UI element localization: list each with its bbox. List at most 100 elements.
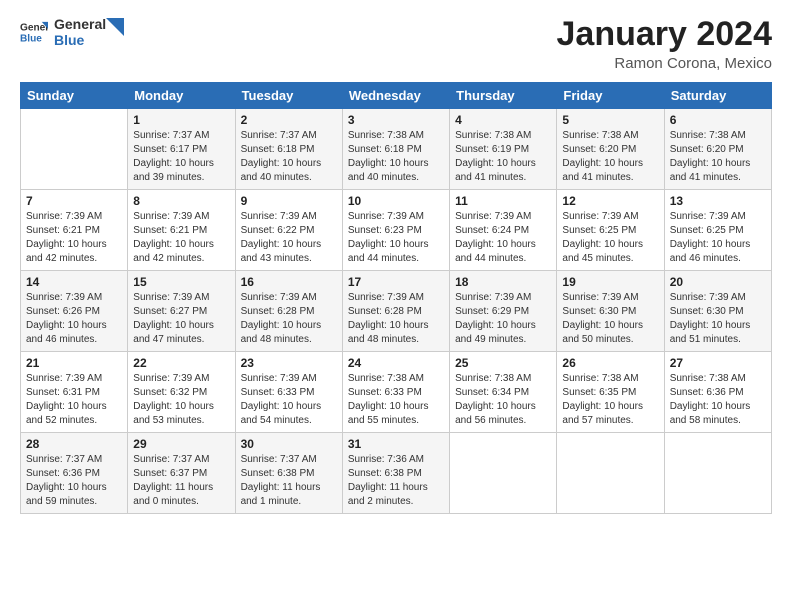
calendar-cell (664, 433, 771, 514)
day-number: 1 (133, 113, 229, 127)
sunset-text: Sunset: 6:30 PM (670, 305, 766, 319)
sunset-text: Sunset: 6:20 PM (562, 143, 658, 157)
day-number: 7 (26, 194, 122, 208)
sunset-text: Sunset: 6:23 PM (348, 224, 444, 238)
day-info: Sunrise: 7:39 AMSunset: 6:23 PMDaylight:… (348, 210, 444, 266)
day-info: Sunrise: 7:38 AMSunset: 6:34 PMDaylight:… (455, 372, 551, 428)
calendar-cell: 5 Sunrise: 7:38 AMSunset: 6:20 PMDaylight… (557, 109, 664, 190)
calendar-cell (21, 109, 128, 190)
sunrise-text: Sunrise: 7:38 AM (670, 129, 766, 143)
sunrise-text: Sunrise: 7:37 AM (26, 453, 122, 467)
sunset-text: Sunset: 6:33 PM (241, 386, 337, 400)
day-number: 5 (562, 113, 658, 127)
daylight-text: Daylight: 10 hours and 40 minutes. (348, 157, 444, 185)
calendar-cell (450, 433, 557, 514)
day-number: 14 (26, 275, 122, 289)
day-info: Sunrise: 7:39 AMSunset: 6:21 PMDaylight:… (26, 210, 122, 266)
day-number: 10 (348, 194, 444, 208)
sunset-text: Sunset: 6:28 PM (348, 305, 444, 319)
calendar-cell: 8Sunrise: 7:39 AMSunset: 6:21 PMDaylight… (128, 190, 235, 271)
sunset-text: Sunset: 6:21 PM (133, 224, 229, 238)
svg-text:Blue: Blue (20, 33, 42, 44)
daylight-text: Daylight: 10 hours and 54 minutes. (241, 400, 337, 428)
day-info: Sunrise: 7:37 AMSunset: 6:17 PMDaylight:… (133, 129, 229, 185)
calendar-cell: 10 Sunrise: 7:39 AMSunset: 6:23 PMDayligh… (342, 190, 449, 271)
sunrise-text: Sunrise: 7:38 AM (348, 372, 444, 386)
calendar-cell: 27Sunrise: 7:38 AMSunset: 6:36 PMDayligh… (664, 352, 771, 433)
day-info: Sunrise: 7:39 AMSunset: 6:25 PMDaylight:… (562, 210, 658, 266)
sunset-text: Sunset: 6:36 PM (26, 467, 122, 481)
calendar-cell: 19Sunrise: 7:39 AMSunset: 6:30 PMDayligh… (557, 271, 664, 352)
weekday-header-friday: Friday (557, 83, 664, 109)
day-number: 27 (670, 356, 766, 370)
calendar-cell: 9Sunrise: 7:39 AMSunset: 6:22 PMDaylight… (235, 190, 342, 271)
calendar-cell: 18Sunrise: 7:39 AMSunset: 6:29 PMDayligh… (450, 271, 557, 352)
sunrise-text: Sunrise: 7:39 AM (455, 210, 551, 224)
day-number: 6 (670, 113, 766, 127)
day-info: Sunrise: 7:39 AMSunset: 6:24 PMDaylight:… (455, 210, 551, 266)
day-number: 2 (241, 113, 337, 127)
calendar-cell: 26Sunrise: 7:38 AMSunset: 6:35 PMDayligh… (557, 352, 664, 433)
calendar-week-row: 1 Sunrise: 7:37 AMSunset: 6:17 PMDaylight… (21, 109, 772, 190)
daylight-text: Daylight: 10 hours and 55 minutes. (348, 400, 444, 428)
calendar-cell: 22Sunrise: 7:39 AMSunset: 6:32 PMDayligh… (128, 352, 235, 433)
day-number: 24 (348, 356, 444, 370)
daylight-text: Daylight: 10 hours and 46 minutes. (26, 319, 122, 347)
day-number: 17 (348, 275, 444, 289)
sunrise-text: Sunrise: 7:37 AM (133, 453, 229, 467)
sunset-text: Sunset: 6:31 PM (26, 386, 122, 400)
page: General Blue General Blue January 2024 R… (0, 0, 792, 612)
daylight-text: Daylight: 10 hours and 52 minutes. (26, 400, 122, 428)
day-info: Sunrise: 7:39 AMSunset: 6:22 PMDaylight:… (241, 210, 337, 266)
day-info: Sunrise: 7:39 AMSunset: 6:30 PMDaylight:… (562, 291, 658, 347)
calendar-cell: 16Sunrise: 7:39 AMSunset: 6:28 PMDayligh… (235, 271, 342, 352)
daylight-text: Daylight: 10 hours and 46 minutes. (670, 238, 766, 266)
daylight-text: Daylight: 10 hours and 41 minutes. (670, 157, 766, 185)
sunset-text: Sunset: 6:37 PM (133, 467, 229, 481)
sunset-text: Sunset: 6:28 PM (241, 305, 337, 319)
calendar-cell: 30 Sunrise: 7:37 AMSunset: 6:38 PMDayligh… (235, 433, 342, 514)
day-info: Sunrise: 7:37 AMSunset: 6:36 PMDaylight:… (26, 453, 122, 509)
sunrise-text: Sunrise: 7:39 AM (26, 291, 122, 305)
day-info: Sunrise: 7:37 AMSunset: 6:38 PMDaylight:… (241, 453, 337, 509)
daylight-text: Daylight: 10 hours and 40 minutes. (241, 157, 337, 185)
calendar-cell: 6Sunrise: 7:38 AMSunset: 6:20 PMDaylight… (664, 109, 771, 190)
calendar-cell: 23Sunrise: 7:39 AMSunset: 6:33 PMDayligh… (235, 352, 342, 433)
sunrise-text: Sunrise: 7:39 AM (241, 210, 337, 224)
sunset-text: Sunset: 6:18 PM (348, 143, 444, 157)
daylight-text: Daylight: 10 hours and 47 minutes. (133, 319, 229, 347)
sunset-text: Sunset: 6:21 PM (26, 224, 122, 238)
day-info: Sunrise: 7:38 AMSunset: 6:20 PMDaylight:… (562, 129, 658, 185)
day-number: 30 (241, 437, 337, 451)
logo-text-blue: Blue (54, 32, 106, 48)
day-info: Sunrise: 7:38 AMSunset: 6:33 PMDaylight:… (348, 372, 444, 428)
day-info: Sunrise: 7:39 AMSunset: 6:26 PMDaylight:… (26, 291, 122, 347)
day-number: 15 (133, 275, 229, 289)
day-number: 11 (455, 194, 551, 208)
day-info: Sunrise: 7:38 AMSunset: 6:35 PMDaylight:… (562, 372, 658, 428)
day-info: Sunrise: 7:39 AMSunset: 6:30 PMDaylight:… (670, 291, 766, 347)
sunset-text: Sunset: 6:32 PM (133, 386, 229, 400)
logo-icon: General Blue (20, 18, 48, 46)
calendar-cell: 13Sunrise: 7:39 AMSunset: 6:25 PMDayligh… (664, 190, 771, 271)
calendar-cell: 15 Sunrise: 7:39 AMSunset: 6:27 PMDayligh… (128, 271, 235, 352)
sunrise-text: Sunrise: 7:39 AM (562, 291, 658, 305)
day-info: Sunrise: 7:36 AMSunset: 6:38 PMDaylight:… (348, 453, 444, 509)
daylight-text: Daylight: 10 hours and 45 minutes. (562, 238, 658, 266)
sunset-text: Sunset: 6:25 PM (670, 224, 766, 238)
sunset-text: Sunset: 6:36 PM (670, 386, 766, 400)
sunset-text: Sunset: 6:26 PM (26, 305, 122, 319)
day-number: 13 (670, 194, 766, 208)
day-info: Sunrise: 7:39 AMSunset: 6:27 PMDaylight:… (133, 291, 229, 347)
sunrise-text: Sunrise: 7:38 AM (562, 372, 658, 386)
calendar-cell: 12Sunrise: 7:39 AMSunset: 6:25 PMDayligh… (557, 190, 664, 271)
daylight-text: Daylight: 10 hours and 56 minutes. (455, 400, 551, 428)
sunrise-text: Sunrise: 7:37 AM (241, 129, 337, 143)
daylight-text: Daylight: 10 hours and 39 minutes. (133, 157, 229, 185)
day-info: Sunrise: 7:38 AMSunset: 6:19 PMDaylight:… (455, 129, 551, 185)
sunset-text: Sunset: 6:38 PM (241, 467, 337, 481)
daylight-text: Daylight: 11 hours and 1 minute. (241, 481, 337, 509)
day-info: Sunrise: 7:39 AMSunset: 6:21 PMDaylight:… (133, 210, 229, 266)
page-subtitle: Ramon Corona, Mexico (557, 55, 773, 72)
calendar-cell: 25Sunrise: 7:38 AMSunset: 6:34 PMDayligh… (450, 352, 557, 433)
